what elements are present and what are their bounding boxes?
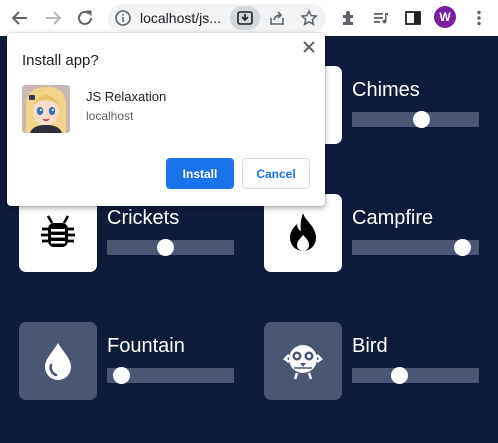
install-button[interactable]: Install: [166, 158, 234, 189]
browser-toolbar: localhost/js... W: [0, 0, 498, 36]
volume-slider-bird[interactable]: [352, 367, 479, 384]
dialog-title: Install app?: [22, 52, 99, 69]
slider-knob[interactable]: [413, 111, 430, 128]
profile-avatar[interactable]: W: [434, 6, 456, 28]
slider-knob[interactable]: [391, 367, 408, 384]
app-name: JS Relaxation: [86, 89, 167, 104]
sound-name-crickets: Crickets: [107, 207, 180, 229]
sound-name-chimes: Chimes: [352, 79, 420, 101]
star-icon[interactable]: [298, 7, 320, 29]
fire-icon: [290, 213, 316, 251]
forward-arrow-icon[interactable]: [40, 5, 66, 31]
cricket-icon: [41, 215, 75, 247]
address-bar[interactable]: localhost/js...: [108, 4, 326, 32]
install-app-dialog: Install app? JS Relaxation localhost Ins…: [7, 33, 325, 206]
share-icon[interactable]: [266, 7, 288, 29]
url-text[interactable]: localhost/js...: [140, 10, 221, 26]
info-icon[interactable]: [114, 9, 132, 27]
side-panel-icon[interactable]: [400, 5, 426, 31]
water-drop-icon: [45, 343, 71, 380]
sound-name-fountain: Fountain: [107, 335, 185, 357]
sound-name-campfire: Campfire: [352, 207, 434, 229]
slider-knob[interactable]: [113, 367, 130, 384]
volume-slider-crickets[interactable]: [107, 239, 234, 256]
volume-slider-campfire[interactable]: [352, 239, 479, 256]
volume-slider-chimes[interactable]: [352, 111, 479, 128]
bird-tile[interactable]: [264, 322, 342, 400]
cancel-button[interactable]: Cancel: [242, 158, 310, 189]
volume-slider-fountain[interactable]: [107, 367, 234, 384]
extensions-icon[interactable]: [336, 5, 362, 31]
sound-name-bird: Bird: [352, 335, 388, 357]
slider-knob[interactable]: [454, 239, 471, 256]
bird-icon: [283, 345, 323, 380]
app-avatar-image: [22, 85, 70, 133]
close-icon[interactable]: [299, 37, 319, 57]
reload-icon[interactable]: [72, 5, 98, 31]
fountain-tile[interactable]: [19, 322, 97, 400]
menu-icon[interactable]: [466, 5, 492, 31]
app-host: localhost: [86, 109, 134, 123]
install-app-icon[interactable]: [230, 6, 260, 30]
media-queue-icon[interactable]: [368, 5, 394, 31]
slider-knob[interactable]: [157, 239, 174, 256]
back-arrow-icon[interactable]: [7, 5, 33, 31]
